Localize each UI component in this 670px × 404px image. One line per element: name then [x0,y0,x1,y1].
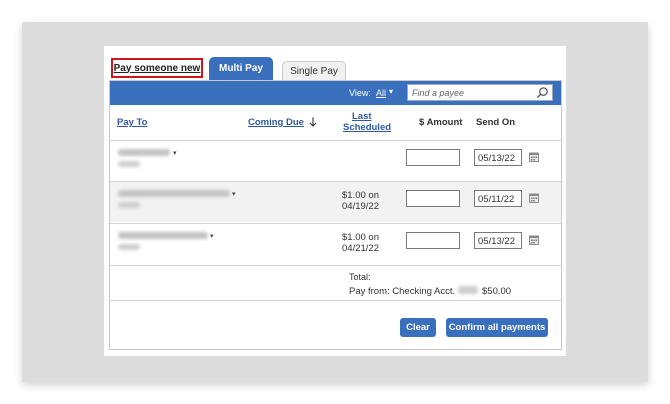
column-amount: $ Amount [419,117,463,128]
confirm-all-payments-button[interactable]: Confirm all payments [446,318,548,337]
pay-from-account: Pay from: Checking Acct. [349,286,456,297]
calendar-icon[interactable] [529,235,539,245]
multi-pay-panel: Pay someone new Multi Pay Single Pay Vie… [104,46,566,356]
table-row: ▾ $1.00 on 04/21/22 05/13/22 [110,223,561,264]
arrow-down-icon[interactable] [309,117,317,127]
amount-input[interactable] [406,190,460,207]
amount-input[interactable] [406,149,460,166]
column-last-scheduled[interactable]: Scheduled [343,122,391,133]
pay-someone-new-link[interactable]: Pay someone new [111,58,203,78]
column-last-line1[interactable]: Last [352,111,372,122]
filter-bar: View: All ▾ Find a payee [110,81,561,105]
action-footer: Clear Confirm all payments [110,300,561,350]
send-on-date-input[interactable]: 05/13/22 [474,232,522,249]
amount-input[interactable] [406,232,460,249]
search-icon[interactable] [536,86,549,99]
calendar-icon[interactable] [529,193,539,203]
calendar-icon[interactable] [529,152,539,162]
totals-section: Total: Pay from: Checking Acct. $50.00 [110,265,561,300]
table-row: ▾ $1.00 on 04/19/22 05/11/22 [110,181,561,222]
last-scheduled-line1: $1.00 on [342,232,379,243]
column-coming-due[interactable]: Coming Due [248,117,304,128]
clear-button[interactable]: Clear [400,318,436,337]
send-on-date-input[interactable]: 05/11/22 [474,190,522,207]
pay-someone-new-label: Pay someone new [113,62,201,74]
chevron-down-icon[interactable]: ▾ [173,149,177,157]
payee-name-redacted [118,190,230,208]
total-amount: $50.00 [482,286,512,297]
payee-name-redacted [118,232,208,250]
view-label: View: [349,88,371,98]
last-scheduled-line2: 04/21/22 [342,243,379,254]
last-scheduled-line1: $1.00 on [342,190,379,201]
chevron-down-icon[interactable]: ▾ [232,190,236,198]
total-label: Total: [349,272,371,282]
search-input[interactable]: Find a payee [412,88,464,98]
payments-table: View: All ▾ Find a payee Pay To Coming D… [109,80,562,350]
tab-multi-pay[interactable]: Multi Pay [209,57,273,80]
payee-search-box[interactable]: Find a payee [407,84,553,101]
payee-name-redacted [118,149,170,167]
column-send-on: Send On [476,117,516,128]
last-scheduled-line2: 04/19/22 [342,201,379,212]
table-row: ▾ 05/13/22 [110,140,561,181]
account-number-redacted [458,286,478,294]
send-on-date-input[interactable]: 05/13/22 [474,149,522,166]
column-pay-to[interactable]: Pay To [117,117,147,128]
tab-single-pay[interactable]: Single Pay [282,61,346,80]
view-filter-dropdown[interactable]: All [376,88,386,98]
chevron-down-icon[interactable]: ▾ [210,232,214,240]
chevron-down-icon[interactable]: ▾ [389,87,393,96]
